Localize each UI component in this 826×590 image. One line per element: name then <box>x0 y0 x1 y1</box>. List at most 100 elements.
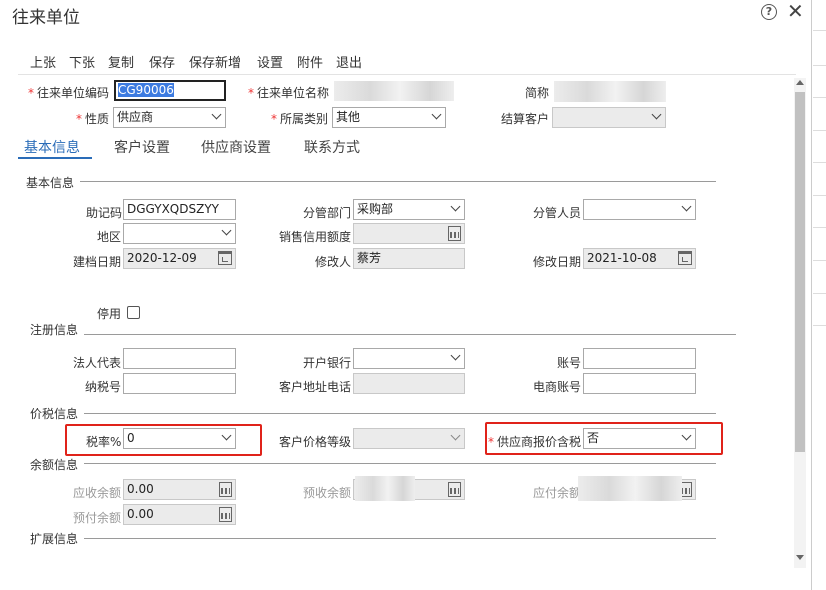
address-phone-label: 客户地址电话 <box>279 380 352 394</box>
bank-select[interactable] <box>353 348 465 369</box>
title-bar: 往来单位 ? ✕ <box>0 0 812 28</box>
account-input[interactable] <box>583 348 696 369</box>
chevron-down-icon <box>651 109 662 120</box>
next-button[interactable]: 下张 <box>69 52 95 71</box>
section-basic-info: 基本信息 <box>26 176 75 190</box>
prereceived-label: 预收余额 <box>303 486 352 500</box>
prev-button[interactable]: 上张 <box>30 52 56 71</box>
tab-contacts[interactable]: 联系方式 <box>304 137 360 157</box>
tab-supplier-settings[interactable]: 供应商设置 <box>201 137 271 157</box>
settle-customer-label: 结算客户 <box>501 112 550 126</box>
highlight-box-tax-rate <box>65 424 262 456</box>
tab-basic[interactable]: 基本信息 <box>24 137 80 157</box>
category-label: * 所属类别 <box>271 112 329 126</box>
created-date-input[interactable]: 2020-12-09 <box>123 248 236 269</box>
exit-button[interactable]: 退出 <box>336 52 362 71</box>
code-input[interactable]: CG90006 <box>114 80 226 101</box>
modified-date-input[interactable]: 2021-10-08 <box>583 248 696 269</box>
chevron-down-icon <box>431 109 442 120</box>
code-label: * 往来单位编码 <box>28 86 110 100</box>
chevron-down-icon <box>450 430 461 441</box>
highlight-box-supplier-tax <box>485 422 723 455</box>
prepaid-input[interactable]: 0.00 <box>123 504 236 525</box>
tax-number-label: 纳税号 <box>85 380 122 394</box>
short-name-label: 简称 <box>525 86 550 100</box>
calculator-icon[interactable] <box>219 507 232 522</box>
chevron-down-icon <box>450 201 461 212</box>
settings-button[interactable]: 设置 <box>257 52 283 71</box>
mnemonic-label: 助记码 <box>86 206 123 220</box>
active-tab-indicator <box>18 157 92 159</box>
scrollbar-thumb[interactable] <box>795 92 805 452</box>
copy-button[interactable]: 复制 <box>108 52 134 71</box>
background-window-strip <box>813 0 826 590</box>
dept-label: 分管部门 <box>303 206 352 220</box>
calculator-icon[interactable] <box>448 482 461 497</box>
legal-rep-input[interactable] <box>123 348 236 369</box>
category-select[interactable]: 其他 <box>332 107 446 128</box>
created-date-label: 建档日期 <box>73 255 122 269</box>
section-divider <box>84 413 716 414</box>
tab-customer-settings[interactable]: 客户设置 <box>114 137 170 157</box>
modified-date-label: 修改日期 <box>533 255 582 269</box>
price-level-label: 客户价格等级 <box>279 435 352 449</box>
dialog-window: 往来单位 ? ✕ 上张 下张 复制 保存 保存新增 设置 附件 退出 * 往来单位… <box>0 0 812 590</box>
save-button[interactable]: 保存 <box>149 52 175 71</box>
scroll-down-arrow-icon[interactable] <box>796 555 804 560</box>
section-extension: 扩展信息 <box>30 532 79 546</box>
region-select[interactable] <box>123 223 236 244</box>
staff-label: 分管人员 <box>533 206 582 220</box>
bank-label: 开户银行 <box>303 356 352 370</box>
chevron-down-icon <box>221 225 232 236</box>
region-label: 地区 <box>97 230 122 244</box>
redaction-blur <box>578 476 682 501</box>
chevron-down-icon <box>450 350 461 361</box>
toolbar-divider <box>18 74 796 75</box>
nature-select[interactable]: 供应商 <box>113 107 226 128</box>
modifier-label: 修改人 <box>315 255 352 269</box>
disabled-label: 停用 <box>97 307 122 321</box>
chevron-down-icon <box>211 109 222 120</box>
section-divider <box>84 334 736 335</box>
receivable-input[interactable]: 0.00 <box>123 479 236 500</box>
ecommerce-account-input[interactable] <box>583 373 696 394</box>
price-level-select[interactable] <box>353 428 465 449</box>
dialog-title: 往来单位 <box>12 8 80 28</box>
chevron-down-icon <box>681 201 692 212</box>
section-registration: 注册信息 <box>30 323 79 337</box>
payable-label: 应付余额 <box>533 486 582 500</box>
disabled-checkbox[interactable] <box>127 306 140 319</box>
modifier-input[interactable]: 蔡芳 <box>353 248 465 269</box>
name-input-redacted[interactable] <box>334 81 454 101</box>
address-phone-input[interactable] <box>353 373 465 394</box>
section-divider <box>84 538 716 539</box>
section-pricing: 价税信息 <box>30 407 79 421</box>
credit-limit-input[interactable] <box>353 223 465 244</box>
settle-customer-select[interactable] <box>552 107 666 128</box>
calendar-icon[interactable] <box>678 251 692 265</box>
scroll-up-arrow-icon[interactable] <box>796 80 804 85</box>
calendar-icon[interactable] <box>218 251 232 265</box>
redaction-blur <box>355 476 415 501</box>
staff-select[interactable] <box>583 199 696 220</box>
save-new-button[interactable]: 保存新增 <box>189 52 241 71</box>
prepaid-label: 预付余额 <box>73 511 122 525</box>
legal-rep-label: 法人代表 <box>73 356 122 370</box>
section-balance: 余额信息 <box>30 458 79 472</box>
receivable-label: 应收余额 <box>73 486 122 500</box>
attachment-button[interactable]: 附件 <box>297 52 323 71</box>
tax-number-input[interactable] <box>123 373 236 394</box>
dept-select[interactable]: 采购部 <box>353 199 465 220</box>
section-divider <box>80 181 716 182</box>
calculator-icon[interactable] <box>448 226 461 241</box>
short-name-input-redacted[interactable] <box>554 81 666 102</box>
calculator-icon[interactable] <box>219 482 232 497</box>
account-label: 账号 <box>557 356 582 370</box>
name-label: * 往来单位名称 <box>248 86 330 100</box>
ecommerce-account-label: 电商账号 <box>533 380 582 394</box>
section-divider <box>84 463 716 464</box>
credit-limit-label: 销售信用额度 <box>279 230 352 244</box>
help-icon[interactable]: ? <box>761 4 777 20</box>
close-icon[interactable]: ✕ <box>787 0 804 22</box>
mnemonic-input[interactable]: DGGYXQDSZYY <box>123 199 236 220</box>
